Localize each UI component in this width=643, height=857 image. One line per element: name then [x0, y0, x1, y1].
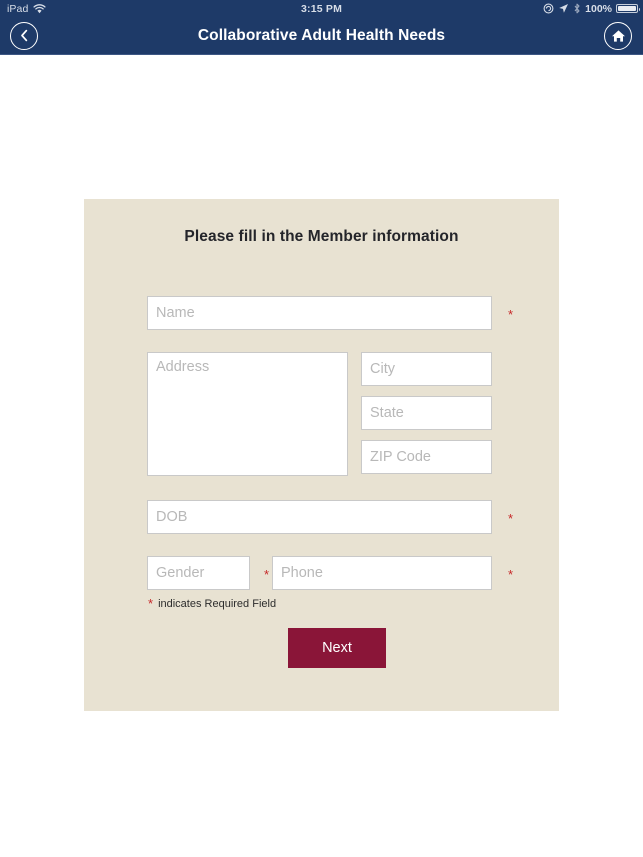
location-arrow-icon [558, 3, 569, 14]
address-side-fields [361, 352, 492, 474]
zip-code-input[interactable] [361, 440, 492, 474]
page-content: Please fill in the Member information * … [0, 55, 643, 857]
next-button-container: Next [147, 628, 527, 668]
page-title: Collaborative Adult Health Needs [197, 26, 446, 44]
ios-status-bar: iPad 3:15 PM 100% [0, 0, 643, 17]
member-information-card: Please fill in the Member information * … [84, 199, 559, 711]
required-field-note: * indicates Required Field [148, 596, 527, 611]
battery-percent-label: 100% [585, 2, 612, 15]
name-row: * [147, 296, 527, 330]
home-icon [611, 29, 626, 43]
gender-input[interactable] [147, 556, 250, 590]
address-row [147, 352, 527, 478]
state-input[interactable] [361, 396, 492, 430]
name-input[interactable] [147, 296, 492, 330]
chevron-left-icon [19, 29, 30, 42]
member-information-form: * * * * [147, 296, 527, 668]
rotation-lock-icon [543, 3, 554, 14]
dob-required-asterisk: * [508, 511, 514, 526]
card-title: Please fill in the Member information [184, 228, 459, 245]
gender-required-asterisk: * [264, 567, 270, 582]
dob-input[interactable] [147, 500, 492, 534]
bluetooth-icon [573, 3, 581, 14]
navigation-bar: Collaborative Adult Health Needs [0, 17, 643, 55]
dob-row: * [147, 500, 527, 534]
name-required-asterisk: * [508, 307, 514, 322]
phone-required-asterisk: * [508, 567, 514, 582]
city-input[interactable] [361, 352, 492, 386]
phone-input[interactable] [272, 556, 492, 590]
next-button[interactable]: Next [288, 628, 386, 668]
battery-full-icon [616, 4, 640, 13]
battery-fill [618, 6, 636, 11]
gender-phone-row: * * [147, 556, 527, 590]
home-button[interactable] [604, 21, 632, 50]
back-button[interactable] [10, 21, 38, 50]
required-asterisk-legend: * [148, 596, 154, 611]
address-textarea[interactable] [147, 352, 348, 476]
status-bar-right: 100% [543, 2, 640, 15]
required-note-label: indicates Required Field [158, 598, 277, 610]
